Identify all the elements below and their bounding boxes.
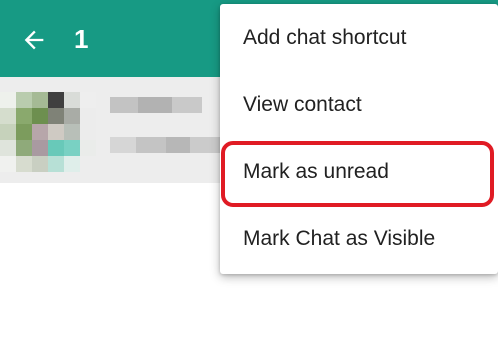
arrow-left-icon bbox=[24, 30, 44, 50]
menu-item-label: Add chat shortcut bbox=[243, 25, 407, 49]
menu-item-label: View contact bbox=[243, 92, 362, 116]
menu-item-mark-as-unread[interactable]: Mark as unread bbox=[220, 138, 498, 205]
menu-item-mark-chat-as-visible[interactable]: Mark Chat as Visible bbox=[220, 205, 498, 272]
selected-count: 1 bbox=[74, 24, 89, 54]
context-menu: Add chat shortcut View contact Mark as u… bbox=[220, 4, 498, 274]
menu-item-add-chat-shortcut[interactable]: Add chat shortcut bbox=[220, 4, 498, 71]
menu-item-view-contact[interactable]: View contact bbox=[220, 71, 498, 138]
menu-item-label: Mark Chat as Visible bbox=[243, 226, 436, 250]
last-message-blurred bbox=[110, 137, 220, 153]
menu-item-label: Mark as unread bbox=[243, 159, 389, 183]
contact-name-blurred bbox=[110, 97, 202, 113]
screen: 1 Add chat shortcut View contact Mark as… bbox=[0, 0, 498, 351]
back-button[interactable] bbox=[14, 20, 54, 60]
avatar bbox=[0, 92, 112, 172]
